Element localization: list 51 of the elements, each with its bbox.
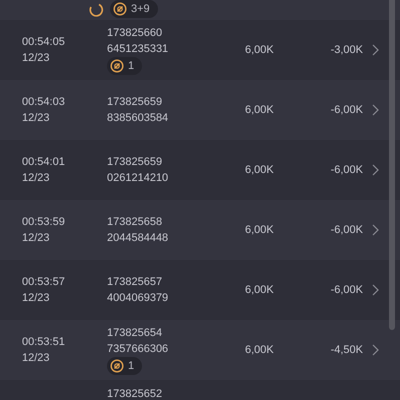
date-text: 12/23 <box>22 291 51 306</box>
order-number: 4004069379 <box>107 291 170 306</box>
order-id: 173825658 <box>107 215 164 230</box>
order-number: 8385603584 <box>107 111 170 126</box>
date-text: 12/23 <box>22 51 51 66</box>
badge-count: 3+9 <box>131 2 150 17</box>
date-text: 12/23 <box>22 171 51 186</box>
chevron-right-icon[interactable] <box>372 164 379 176</box>
result-text: -6,00K <box>330 222 363 238</box>
amount-text: 6,00K <box>245 222 275 238</box>
scrollbar[interactable] <box>389 0 395 330</box>
order-id: 173825654 <box>107 326 164 341</box>
result-text: -6,00K <box>330 162 363 178</box>
time-text: 00:53:59 <box>22 215 66 230</box>
date-text: 12/23 <box>22 111 51 126</box>
amount-text: 6,00K <box>245 162 275 178</box>
order-id: 173825657 <box>107 275 164 290</box>
order-id: 173825659 <box>107 95 164 110</box>
coin-icon <box>110 359 124 373</box>
order-id: 173825659 <box>107 155 164 170</box>
amount-text: 6,00K <box>245 102 275 118</box>
time-text: 00:54:05 <box>22 35 66 50</box>
coin-icon <box>113 2 127 16</box>
badge-count: 1 <box>128 359 134 374</box>
time-text: 00:54:03 <box>22 95 66 110</box>
chevron-right-icon[interactable] <box>372 344 379 356</box>
order-number: 0261214210 <box>107 171 170 186</box>
amount-text: 6,00K <box>245 342 275 358</box>
order-number: 6451235331 <box>107 42 170 57</box>
order-id: 173825660 <box>107 26 164 41</box>
order-number: 7357666306 <box>107 342 170 357</box>
order-id: 173825652 <box>107 388 162 400</box>
time-text: 00:53:57 <box>22 275 66 290</box>
chevron-right-icon[interactable] <box>372 44 379 56</box>
order-number: 2044584448 <box>107 231 170 246</box>
time-text: 00:53:51 <box>22 335 66 350</box>
amount-text: 6,00K <box>245 42 275 58</box>
time-text: 00:54:01 <box>22 155 66 170</box>
chevron-right-icon[interactable] <box>372 284 379 296</box>
chevron-right-icon[interactable] <box>372 224 379 236</box>
date-text: 12/23 <box>22 351 51 366</box>
spinner-icon <box>88 2 104 18</box>
chevron-right-icon[interactable] <box>372 104 379 116</box>
result-text: -6,00K <box>330 102 363 118</box>
result-text: -6,00K <box>330 282 363 298</box>
result-text: -4,50K <box>330 342 363 358</box>
result-text: -3,00K <box>330 42 363 58</box>
date-text: 12/23 <box>22 231 51 246</box>
coin-icon <box>110 59 124 73</box>
badge-count: 1 <box>128 59 134 74</box>
amount-text: 6,00K <box>245 282 275 298</box>
